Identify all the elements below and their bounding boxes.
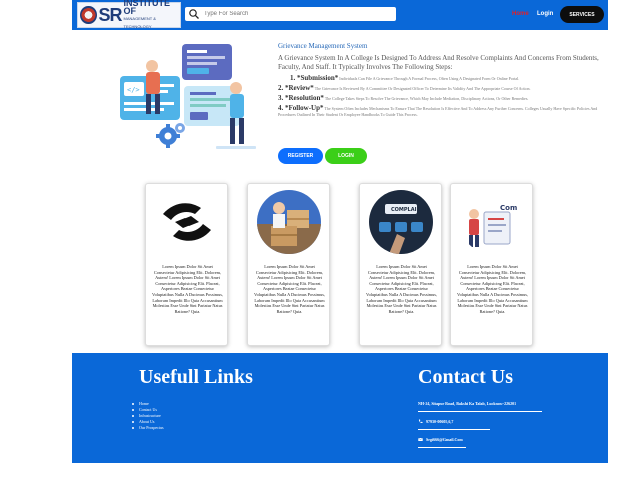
seal-icon bbox=[80, 6, 97, 24]
card-description: Lorem Ipsum Dolor Sit Amet Consectetur A… bbox=[152, 264, 223, 314]
delivery-boxes-image bbox=[257, 190, 321, 254]
top-navbar: SR INSTITUTE OF MANAGEMENT & TECHNOLOGY … bbox=[72, 0, 608, 30]
step-heading: 3. *Resolution* bbox=[278, 94, 324, 102]
login-button[interactable]: LOGIN bbox=[325, 148, 367, 164]
complaints-touchscreen-image: COMPLAINTS bbox=[369, 190, 433, 254]
envelope-icon bbox=[418, 437, 423, 441]
svg-text:COMPLAINTS: COMPLAINTS bbox=[391, 207, 428, 213]
card-description: Lorem Ipsum Dolor Sit Amet Consectetur A… bbox=[366, 264, 437, 314]
intro-title: Grievance Management System bbox=[278, 42, 368, 50]
footer-link-prospectus[interactable]: Our Prospectus bbox=[132, 425, 164, 431]
step-review: 2. *Review* The Grievance Is Reviewed By… bbox=[278, 85, 608, 92]
useful-links-list: Home Contact Us Infrastructure About Us … bbox=[132, 401, 164, 431]
info-card: COMPLAINTS Lorem Ipsum Dolor Sit Amet Co… bbox=[359, 183, 442, 346]
grievance-intro: Grievance Management System A Grievance … bbox=[278, 42, 608, 118]
contact-phone[interactable]: 97930-00605,6,7 bbox=[418, 419, 453, 424]
step-text: Individuals Can File A Grievance Through… bbox=[339, 76, 520, 81]
logo-brand: SR bbox=[98, 4, 123, 25]
logo-name: INSTITUTE OF bbox=[123, 0, 171, 16]
info-card: Lorem Ipsum Dolor Sit Amet Consectetur A… bbox=[145, 183, 228, 346]
search-icon[interactable] bbox=[188, 8, 200, 20]
svg-text:</>: </> bbox=[127, 86, 140, 94]
divider bbox=[418, 447, 466, 448]
useful-links-title: Usefull Links bbox=[139, 366, 253, 388]
info-card: Lorem Ipsum Dolor Sit Amet Consectetur A… bbox=[247, 183, 330, 346]
step-heading: 2. *Review* bbox=[278, 84, 314, 92]
divider bbox=[418, 411, 542, 412]
step-text: The College Takes Steps To Resolve The G… bbox=[324, 96, 529, 101]
search-box bbox=[185, 7, 396, 21]
site-footer: Usefull Links Home Contact Us Infrastruc… bbox=[72, 353, 608, 463]
card-description: Lorem Ipsum Dolor Sit Amet Consectetur A… bbox=[254, 264, 325, 314]
card-description: Lorem Ipsum Dolor Sit Amet Consectetur A… bbox=[457, 264, 528, 314]
svg-text:Com: Com bbox=[500, 204, 517, 212]
intro-description: A Grievance System In A College Is Desig… bbox=[278, 54, 599, 71]
register-button[interactable]: REGISTER bbox=[278, 148, 323, 164]
phone-icon bbox=[418, 419, 423, 424]
step-text: The System Often Includes Mechanisms To … bbox=[278, 106, 598, 117]
step-text: The Grievance Is Reviewed By A Committee… bbox=[314, 86, 531, 91]
info-card: Com Lorem Ipsum Dolor Sit Amet Consectet… bbox=[450, 183, 533, 346]
nav-login-link[interactable]: Login bbox=[537, 11, 553, 17]
contact-address: NH-24, Sitapur Road, Bakshi Ka Talab, Lu… bbox=[418, 401, 517, 406]
step-submission: 1. *Submission* Individuals Can File A G… bbox=[290, 75, 608, 82]
divider bbox=[418, 429, 490, 430]
nav-home-link[interactable]: Home bbox=[512, 11, 529, 17]
institute-logo[interactable]: SR INSTITUTE OF MANAGEMENT & TECHNOLOGY bbox=[77, 0, 181, 29]
step-heading: 4. *Follow-Up* bbox=[278, 104, 324, 112]
step-resolution: 3. *Resolution* The College Takes Steps … bbox=[278, 95, 608, 102]
hero-illustration: </> bbox=[120, 44, 256, 149]
contact-title: Contact Us bbox=[418, 366, 513, 388]
complaint-form-image: Com bbox=[460, 190, 524, 254]
search-input[interactable] bbox=[204, 11, 384, 17]
contact-email[interactable]: Srgi666@Gmail.Com bbox=[418, 437, 463, 442]
services-button[interactable]: SERVICES bbox=[560, 6, 604, 23]
step-follow-up: 4. *Follow-Up* The System Often Includes… bbox=[278, 105, 608, 118]
helping-hands-image bbox=[155, 190, 219, 254]
logo-subtitle: MANAGEMENT & TECHNOLOGY bbox=[123, 16, 156, 29]
step-heading: 1. *Submission* bbox=[290, 74, 339, 82]
